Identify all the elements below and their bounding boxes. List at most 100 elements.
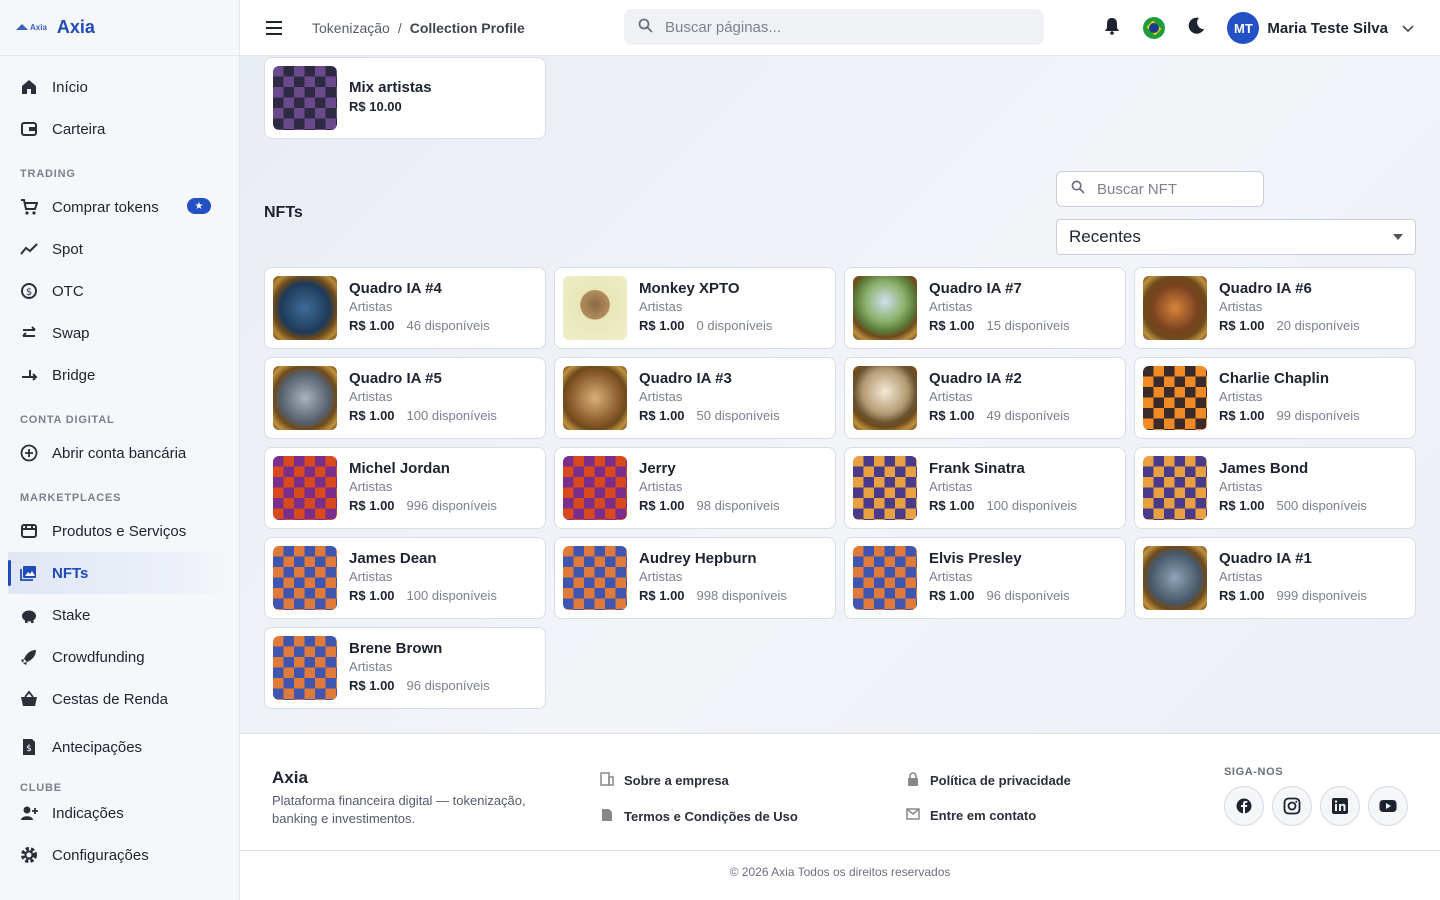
footer-link-sobre[interactable]: Sobre a empresa: [600, 772, 729, 789]
nft-card[interactable]: Quadro IA #5 Artistas R$ 1.00 100 disponíve…: [264, 357, 546, 439]
sidebar: Axia Axia Início Carteira TRADING Compra…: [0, 0, 240, 900]
nft-card[interactable]: Charlie Chaplin Artistas R$ 1.00 99 disponí…: [1134, 357, 1416, 439]
nft-search-input[interactable]: Buscar NFT: [1056, 171, 1264, 207]
gear-icon: [20, 846, 38, 864]
sidebar-item-comprar-tokens[interactable]: Comprar tokens ★: [0, 186, 231, 228]
nft-card[interactable]: James Bond Artistas R$ 1.00 500 disponíveis: [1134, 447, 1416, 529]
sort-select[interactable]: Recentes: [1056, 219, 1416, 255]
nft-card[interactable]: James Dean Artistas R$ 1.00 100 disponíveis: [264, 537, 546, 619]
footer-description: Plataforma financeira digital — tokeniza…: [272, 793, 526, 826]
nft-card[interactable]: Brene Brown Artistas R$ 1.00 96 disponíveis: [264, 627, 546, 709]
basket-icon: [20, 690, 38, 708]
sidebar-item-label: Indicações: [52, 804, 124, 822]
instagram-icon[interactable]: [1272, 786, 1312, 826]
nft-category: Artistas: [349, 299, 393, 314]
main-content: Mix artistas R$ 10.00 NFTs Buscar NFT Re…: [240, 56, 1440, 900]
nft-category: Artistas: [349, 569, 393, 584]
nft-price: R$ 1.00: [929, 588, 975, 603]
image-icon: [20, 564, 38, 582]
nft-title: Quadro IA #6: [1219, 280, 1312, 297]
moon-icon[interactable]: [1187, 17, 1205, 40]
nft-card[interactable]: Quadro IA #7 Artistas R$ 1.00 15 disponívei…: [844, 267, 1126, 349]
swap-icon: [20, 324, 38, 342]
nft-category: Artistas: [1219, 479, 1263, 494]
nft-availability: 0 disponíveis: [696, 318, 773, 333]
footer-link-termos[interactable]: Termos e Condições de Uso: [600, 808, 798, 825]
search-icon: [1071, 180, 1085, 198]
sidebar-item-label: Swap: [52, 324, 90, 342]
building-icon: [600, 772, 614, 789]
wallet-icon: [20, 120, 38, 138]
menu-icon[interactable]: [266, 20, 288, 35]
chart-line-icon: [20, 240, 38, 258]
cart-icon: [20, 198, 38, 216]
nft-card[interactable]: Monkey XPTO Artistas R$ 1.00 0 disponíveis: [554, 267, 836, 349]
footer-link-label: Sobre a empresa: [624, 773, 729, 788]
sidebar-item-configuracoes[interactable]: Configurações: [0, 834, 231, 876]
facebook-icon[interactable]: [1224, 786, 1264, 826]
page-search-input[interactable]: Buscar páginas...: [624, 9, 1044, 45]
sidebar-item-cestas[interactable]: Cestas de Renda: [0, 678, 231, 720]
user-menu[interactable]: MT Maria Teste Silva: [1227, 12, 1414, 44]
dropdown-arrow-icon: [1393, 234, 1403, 240]
bell-icon[interactable]: [1103, 17, 1121, 40]
breadcrumb-separator: /: [397, 19, 402, 36]
nft-title: Quadro IA #5: [349, 370, 442, 387]
nft-card[interactable]: Elvis Presley Artistas R$ 1.00 96 disponíve…: [844, 537, 1126, 619]
collection-thumbnail: [273, 66, 337, 130]
nft-card[interactable]: Audrey Hepburn Artistas R$ 1.00 998 disponí…: [554, 537, 836, 619]
sidebar-item-swap[interactable]: Swap: [0, 312, 231, 354]
nft-title: Monkey XPTO: [639, 280, 740, 297]
home-icon: [20, 78, 38, 96]
youtube-icon[interactable]: [1368, 786, 1408, 826]
sidebar-item-inicio[interactable]: Início: [0, 66, 231, 108]
nft-price: R$ 1.00: [639, 408, 685, 423]
sidebar-item-crowdfunding[interactable]: Crowdfunding: [0, 636, 231, 678]
collection-title: Mix artistas: [349, 79, 432, 96]
nft-thumbnail: [273, 456, 337, 520]
sidebar-item-abrir-conta[interactable]: Abrir conta bancária: [0, 432, 231, 474]
nft-availability: 996 disponíveis: [406, 498, 497, 513]
sidebar-item-label: Crowdfunding: [52, 648, 145, 666]
nft-price: R$ 1.00: [349, 408, 395, 423]
nft-card[interactable]: Quadro IA #6 Artistas R$ 1.00 20 disponívei…: [1134, 267, 1416, 349]
footer-link-contato[interactable]: Entre em contato: [906, 808, 1036, 823]
brand-mini-logo: Axia: [16, 23, 47, 32]
nft-title: Quadro IA #7: [929, 280, 1022, 297]
sidebar-item-produtos[interactable]: Produtos e Serviços: [0, 510, 231, 552]
nft-title: Quadro IA #4: [349, 280, 442, 297]
nft-thumbnail: [1143, 366, 1207, 430]
nft-card[interactable]: Quadro IA #4 Artistas R$ 1.00 46 disponívei…: [264, 267, 546, 349]
brazil-flag-icon[interactable]: [1143, 17, 1166, 39]
nft-title: James Dean: [349, 550, 437, 567]
nft-card[interactable]: Quadro IA #1 Artistas R$ 1.00 999 disponíve…: [1134, 537, 1416, 619]
nft-card[interactable]: Frank Sinatra Artistas R$ 1.00 100 disponív…: [844, 447, 1126, 529]
sidebar-item-antecipacoes[interactable]: $ Antecipações: [0, 726, 231, 768]
nft-title: Quadro IA #3: [639, 370, 732, 387]
footer-link-privacidade[interactable]: Política de privacidade: [906, 772, 1071, 789]
brand[interactable]: Axia Axia: [0, 0, 239, 56]
nft-availability: 46 disponíveis: [406, 318, 490, 333]
nft-category: Artistas: [639, 479, 683, 494]
sidebar-item-label: Cestas de Renda: [52, 690, 168, 708]
nft-title: Charlie Chaplin: [1219, 370, 1330, 387]
breadcrumb-tokenizacao[interactable]: Tokenização: [312, 20, 390, 36]
nft-card[interactable]: Jerry Artistas R$ 1.00 98 disponíveis: [554, 447, 836, 529]
sidebar-item-bridge[interactable]: Bridge: [0, 354, 231, 396]
nft-category: Artistas: [349, 659, 393, 674]
nft-availability: 20 disponíveis: [1276, 318, 1360, 333]
nft-card[interactable]: Quadro IA #2 Artistas R$ 1.00 49 disponívei…: [844, 357, 1126, 439]
sidebar-item-carteira[interactable]: Carteira: [0, 108, 231, 150]
nft-card[interactable]: Michel Jordan Artistas R$ 1.00 996 disponív…: [264, 447, 546, 529]
collection-card[interactable]: Mix artistas R$ 10.00: [264, 57, 546, 139]
sidebar-item-stake[interactable]: Stake: [0, 594, 231, 636]
nft-thumbnail: [1143, 456, 1207, 520]
sidebar-item-nfts[interactable]: NFTs: [8, 552, 231, 594]
nft-category: Artistas: [929, 389, 973, 404]
linkedin-icon[interactable]: [1320, 786, 1360, 826]
sidebar-item-spot[interactable]: Spot: [0, 228, 231, 270]
nft-card[interactable]: Quadro IA #3 Artistas R$ 1.00 50 disponívei…: [554, 357, 836, 439]
sidebar-item-indicacoes[interactable]: Indicações: [0, 792, 231, 834]
nft-availability: 96 disponíveis: [986, 588, 1070, 603]
sidebar-item-otc[interactable]: $ OTC: [0, 270, 231, 312]
